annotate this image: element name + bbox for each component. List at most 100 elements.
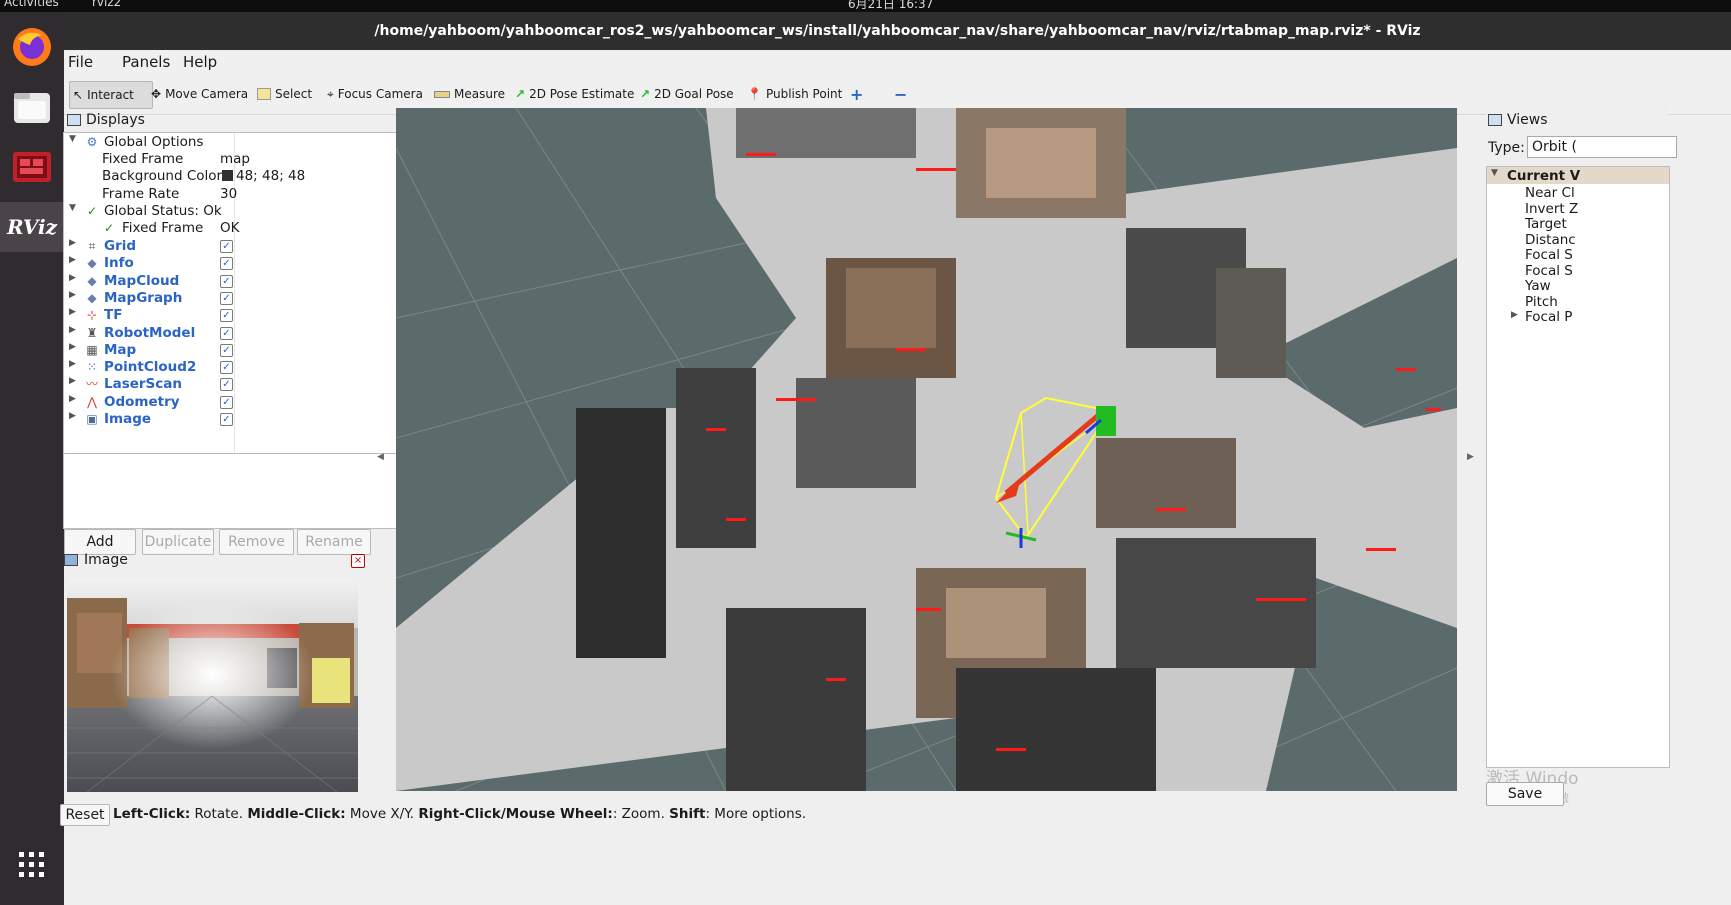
- view-property-row[interactable]: Near Cl: [1487, 185, 1669, 201]
- view-property-label: Pitch: [1525, 293, 1558, 310]
- expand-arrow-icon[interactable]: ▶: [69, 290, 76, 300]
- expand-arrow-icon[interactable]: ▶: [69, 411, 76, 421]
- view-property-row[interactable]: Target: [1487, 216, 1669, 232]
- expand-arrow-icon[interactable]: ▶: [69, 325, 76, 335]
- display-item-image[interactable]: ▶ ▣ Image ✓: [64, 410, 405, 429]
- background-color-value[interactable]: 48; 48; 48: [222, 168, 305, 184]
- clock[interactable]: 6月21日 16:37: [848, 0, 933, 12]
- display-item-robotmodel[interactable]: ▶ ♜ RobotModel ✓: [64, 324, 405, 343]
- odometry-icon: ⋀: [87, 394, 97, 409]
- view-property-row[interactable]: ▶ Focal P: [1487, 309, 1669, 325]
- menu-panels[interactable]: Panels: [122, 53, 170, 71]
- view-type-select[interactable]: Orbit (: [1527, 136, 1677, 158]
- frame-rate-value[interactable]: 30: [220, 186, 237, 202]
- remove-tool-button[interactable]: −: [891, 81, 910, 107]
- views-panel: Views Type: Orbit ( ▼ Current V Near Cl I…: [1486, 102, 1677, 806]
- display-enabled-checkbox[interactable]: ✓: [220, 361, 233, 375]
- expand-arrow-icon[interactable]: ▼: [1491, 168, 1498, 178]
- expand-arrow-icon[interactable]: ▶: [69, 359, 76, 369]
- views-type-label: Type:: [1488, 140, 1525, 156]
- current-view-row[interactable]: ▼ Current V: [1487, 167, 1669, 184]
- display-item-label: RobotModel: [104, 324, 196, 341]
- background-color-label: Background Color: [102, 168, 223, 184]
- display-enabled-checkbox[interactable]: ✓: [220, 274, 233, 288]
- reset-button[interactable]: Reset: [60, 804, 110, 826]
- display-enabled-checkbox[interactable]: ✓: [220, 257, 233, 271]
- measure-tool-button[interactable]: Measure: [431, 81, 508, 107]
- expand-arrow-icon[interactable]: ▶: [69, 394, 76, 404]
- status-fixed-frame-row[interactable]: ✓ Fixed Frame OK: [64, 219, 405, 238]
- 3d-viewport[interactable]: [396, 108, 1457, 791]
- show-applications-icon[interactable]: [7, 840, 57, 890]
- rviz-dock-icon[interactable]: RViz: [0, 202, 64, 252]
- global-status-label: Global Status: Ok: [104, 203, 222, 219]
- focus-camera-label: Focus Camera: [337, 87, 423, 101]
- right-splitter-arrow-icon[interactable]: ▶: [1467, 452, 1474, 462]
- display-enabled-checkbox[interactable]: ✓: [220, 309, 233, 323]
- goal-pose-label: 2D Goal Pose: [654, 87, 734, 101]
- measure-label: Measure: [454, 87, 505, 101]
- display-item-grid[interactable]: ▶ ⌗ Grid ✓: [64, 237, 405, 256]
- display-item-laserscan[interactable]: ▶ 〰 LaserScan ✓: [64, 375, 405, 394]
- app-menu[interactable]: rviz2: [92, 0, 121, 9]
- display-item-odometry[interactable]: ▶ ⋀ Odometry ✓: [64, 393, 405, 412]
- menu-bar: File Panels Help: [64, 50, 1731, 74]
- expand-arrow-icon[interactable]: ▶: [69, 307, 76, 317]
- add-tool-button[interactable]: +: [847, 81, 866, 107]
- app-launcher-icon[interactable]: [7, 142, 57, 192]
- tf-axes-icon: ⊹: [86, 308, 98, 323]
- graph-icon: ◆: [87, 290, 97, 305]
- display-enabled-checkbox[interactable]: ✓: [220, 291, 233, 305]
- firefox-icon[interactable]: [7, 22, 57, 72]
- view-property-row[interactable]: Pitch: [1487, 294, 1669, 310]
- display-item-info[interactable]: ▶ ◆ Info ✓: [64, 254, 405, 273]
- map-render[interactable]: [396, 108, 1457, 791]
- view-property-row[interactable]: Yaw: [1487, 278, 1669, 294]
- left-splitter-arrow-icon[interactable]: ◀: [377, 452, 384, 462]
- display-item-pointcloud2[interactable]: ▶ ⁙ PointCloud2 ✓: [64, 358, 405, 377]
- files-icon[interactable]: [7, 82, 57, 132]
- frame-rate-label: Frame Rate: [102, 186, 180, 202]
- display-item-label: MapCloud: [104, 272, 180, 289]
- display-enabled-checkbox[interactable]: ✓: [220, 378, 233, 392]
- display-enabled-checkbox[interactable]: ✓: [220, 413, 233, 426]
- activities-button[interactable]: Activities: [4, 0, 59, 9]
- expand-arrow-icon[interactable]: ▶: [69, 255, 76, 265]
- goal-pose-tool-button[interactable]: ↗ 2D Goal Pose: [637, 81, 737, 107]
- view-property-row[interactable]: Invert Z: [1487, 201, 1669, 217]
- fixed-frame-value[interactable]: map: [220, 151, 250, 167]
- menu-file[interactable]: File: [68, 53, 93, 71]
- display-item-map[interactable]: ▶ ▦ Map ✓: [64, 341, 405, 360]
- close-image-panel-icon[interactable]: ×: [351, 554, 365, 568]
- publish-point-tool-button[interactable]: 📍 Publish Point: [744, 81, 845, 107]
- view-property-row[interactable]: Focal S: [1487, 247, 1669, 263]
- expand-arrow-icon[interactable]: ▶: [1511, 310, 1518, 320]
- move-icon: ✥: [151, 87, 162, 101]
- expand-arrow-icon[interactable]: ▶: [69, 376, 76, 386]
- display-enabled-checkbox[interactable]: ✓: [220, 240, 233, 253]
- save-view-button[interactable]: Save: [1486, 782, 1564, 806]
- status-fixed-frame-value: OK: [220, 220, 240, 236]
- monitor-icon: [67, 114, 81, 126]
- display-enabled-checkbox[interactable]: ✓: [220, 326, 233, 340]
- background-color-row[interactable]: Background Color 48; 48; 48: [64, 167, 405, 186]
- expand-arrow-icon[interactable]: ▼: [69, 134, 76, 144]
- displays-title: Displays: [86, 112, 145, 128]
- status-fixed-frame-label: Fixed Frame: [122, 220, 204, 236]
- display-enabled-checkbox[interactable]: ✓: [220, 343, 233, 357]
- view-property-row[interactable]: Focal S: [1487, 263, 1669, 279]
- menu-help[interactable]: Help: [183, 53, 217, 71]
- display-item-mapgraph[interactable]: ▶ ◆ MapGraph ✓: [64, 289, 405, 308]
- expand-arrow-icon[interactable]: ▶: [69, 342, 76, 352]
- status-shift-key: Shift: [669, 806, 706, 822]
- display-item-tf[interactable]: ▶ ⊹ TF ✓: [64, 306, 405, 325]
- background-color-text: 48; 48; 48: [236, 168, 306, 184]
- expand-arrow-icon[interactable]: ▶: [69, 273, 76, 283]
- color-swatch: [222, 170, 233, 181]
- display-item-mapcloud[interactable]: ▶ ◆ MapCloud ✓: [64, 272, 405, 291]
- display-enabled-checkbox[interactable]: ✓: [220, 395, 233, 409]
- pose-estimate-tool-button[interactable]: ↗ 2D Pose Estimate: [512, 81, 637, 107]
- expand-arrow-icon[interactable]: ▶: [69, 238, 76, 248]
- expand-arrow-icon[interactable]: ▼: [69, 203, 76, 213]
- view-property-row[interactable]: Distanc: [1487, 232, 1669, 248]
